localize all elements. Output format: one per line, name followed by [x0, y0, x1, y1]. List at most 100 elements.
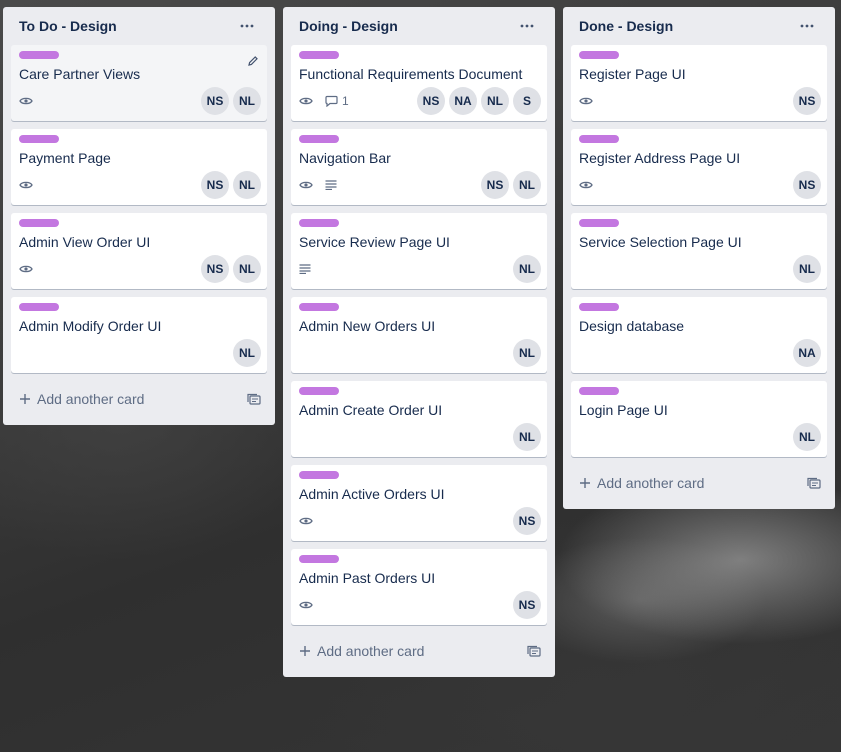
card-navigation-bar[interactable]: Navigation Bar NS NL — [291, 129, 547, 205]
list-header[interactable]: Doing - Design — [291, 7, 547, 45]
member-avatar[interactable]: NL — [513, 171, 541, 199]
member-avatar[interactable]: NS — [793, 171, 821, 199]
card-label[interactable] — [19, 303, 59, 311]
list-title[interactable]: Doing - Design — [299, 18, 398, 34]
card-label[interactable] — [19, 135, 59, 143]
card-title: Admin View Order UI — [19, 234, 151, 250]
card-title: Admin New Orders UI — [299, 318, 436, 334]
member-avatar[interactable]: NS — [201, 255, 229, 283]
edit-pencil-icon[interactable] — [247, 55, 259, 67]
card-admin-active-orders-ui[interactable]: Admin Active Orders UI NS — [291, 465, 547, 541]
list-menu-icon[interactable] — [515, 14, 539, 38]
add-card-button[interactable]: Add another card — [291, 633, 547, 669]
card-label[interactable] — [299, 51, 339, 59]
card-label[interactable] — [299, 555, 339, 563]
add-card-label: Add another card — [597, 475, 705, 491]
member-avatar[interactable]: NS — [417, 87, 445, 115]
card-admin-view-order-ui[interactable]: Admin View Order UI NS NL — [11, 213, 267, 289]
card-title: Login Page UI — [579, 402, 668, 418]
card-register-address-page-ui[interactable]: Register Address Page UI NS — [571, 129, 827, 205]
card-care-partner-views[interactable]: Care Partner Views NS NL — [11, 45, 267, 121]
watching-eye-icon — [299, 96, 313, 106]
member-avatar[interactable]: NS — [201, 87, 229, 115]
member-avatar[interactable]: NS — [513, 591, 541, 619]
card-label[interactable] — [579, 51, 619, 59]
member-avatar[interactable]: NL — [513, 423, 541, 451]
member-avatar[interactable]: NL — [513, 255, 541, 283]
member-avatar[interactable]: NS — [793, 87, 821, 115]
card-functional-requirements-document[interactable]: Functional Requirements Document 1 NS NA… — [291, 45, 547, 121]
card-label[interactable] — [579, 387, 619, 395]
card-title: Functional Requirements Document — [299, 66, 523, 82]
card-login-page-ui[interactable]: Login Page UI NL — [571, 381, 827, 457]
card-title: Care Partner Views — [19, 66, 141, 82]
card-title: Admin Past Orders UI — [299, 570, 436, 586]
member-avatar[interactable]: NS — [201, 171, 229, 199]
list-header[interactable]: Done - Design — [571, 7, 827, 45]
comment-count: 1 — [342, 94, 349, 108]
card-label[interactable] — [299, 471, 339, 479]
member-avatar[interactable]: S — [513, 87, 541, 115]
card-template-icon[interactable] — [527, 645, 541, 657]
card-title: Payment Page — [19, 150, 111, 166]
member-avatar[interactable]: NL — [513, 339, 541, 367]
add-card-button[interactable]: Add another card — [571, 465, 827, 501]
list-menu-icon[interactable] — [235, 14, 259, 38]
member-avatar[interactable]: NS — [513, 507, 541, 535]
list-header[interactable]: To Do - Design — [11, 7, 267, 45]
plus-icon — [579, 477, 591, 489]
card-register-page-ui[interactable]: Register Page UI NS — [571, 45, 827, 121]
card-label[interactable] — [299, 303, 339, 311]
member-avatar[interactable]: NA — [793, 339, 821, 367]
card-title: Service Review Page UI — [299, 234, 450, 250]
list-menu-icon[interactable] — [795, 14, 819, 38]
add-card-label: Add another card — [317, 643, 425, 659]
card-label[interactable] — [299, 387, 339, 395]
list-to-do-design: To Do - Design Care Partner Views NS NL … — [3, 7, 275, 425]
member-avatar[interactable]: NS — [481, 171, 509, 199]
card-design-database[interactable]: Design database NA — [571, 297, 827, 373]
description-icon — [299, 264, 311, 274]
watching-eye-icon — [19, 96, 33, 106]
card-label[interactable] — [299, 219, 339, 227]
member-avatar[interactable]: NA — [449, 87, 477, 115]
watching-eye-icon — [299, 180, 313, 190]
member-avatar[interactable]: NL — [233, 339, 261, 367]
card-service-selection-page-ui[interactable]: Service Selection Page UI NL — [571, 213, 827, 289]
card-service-review-page-ui[interactable]: Service Review Page UI NL — [291, 213, 547, 289]
plus-icon — [299, 645, 311, 657]
member-avatar[interactable]: NL — [233, 171, 261, 199]
plus-icon — [19, 393, 31, 405]
watching-eye-icon — [579, 180, 593, 190]
card-label[interactable] — [19, 51, 59, 59]
card-template-icon[interactable] — [807, 477, 821, 489]
member-avatar[interactable]: NL — [793, 255, 821, 283]
card-label[interactable] — [299, 135, 339, 143]
card-admin-new-orders-ui[interactable]: Admin New Orders UI NL — [291, 297, 547, 373]
member-avatar[interactable]: NL — [233, 87, 261, 115]
comments-badge: 1 — [325, 94, 349, 108]
member-avatar[interactable]: NL — [481, 87, 509, 115]
member-avatar[interactable]: NL — [233, 255, 261, 283]
card-label[interactable] — [19, 219, 59, 227]
card-admin-create-order-ui[interactable]: Admin Create Order UI NL — [291, 381, 547, 457]
watching-eye-icon — [19, 180, 33, 190]
card-admin-past-orders-ui[interactable]: Admin Past Orders UI NS — [291, 549, 547, 625]
card-label[interactable] — [579, 135, 619, 143]
list-title[interactable]: Done - Design — [579, 18, 673, 34]
card-admin-modify-order-ui[interactable]: Admin Modify Order UI NL — [11, 297, 267, 373]
watching-eye-icon — [19, 264, 33, 274]
card-label[interactable] — [579, 303, 619, 311]
card-title: Register Page UI — [579, 66, 686, 82]
member-avatar[interactable]: NL — [793, 423, 821, 451]
add-card-label: Add another card — [37, 391, 145, 407]
card-title: Design database — [579, 318, 685, 334]
watching-eye-icon — [579, 96, 593, 106]
card-template-icon[interactable] — [247, 393, 261, 405]
watching-eye-icon — [299, 600, 313, 610]
card-label[interactable] — [579, 219, 619, 227]
card-payment-page[interactable]: Payment Page NS NL — [11, 129, 267, 205]
list-title[interactable]: To Do - Design — [19, 18, 117, 34]
list-done-design: Done - Design Register Page UI NS Regist… — [563, 7, 835, 509]
add-card-button[interactable]: Add another card — [11, 381, 267, 417]
